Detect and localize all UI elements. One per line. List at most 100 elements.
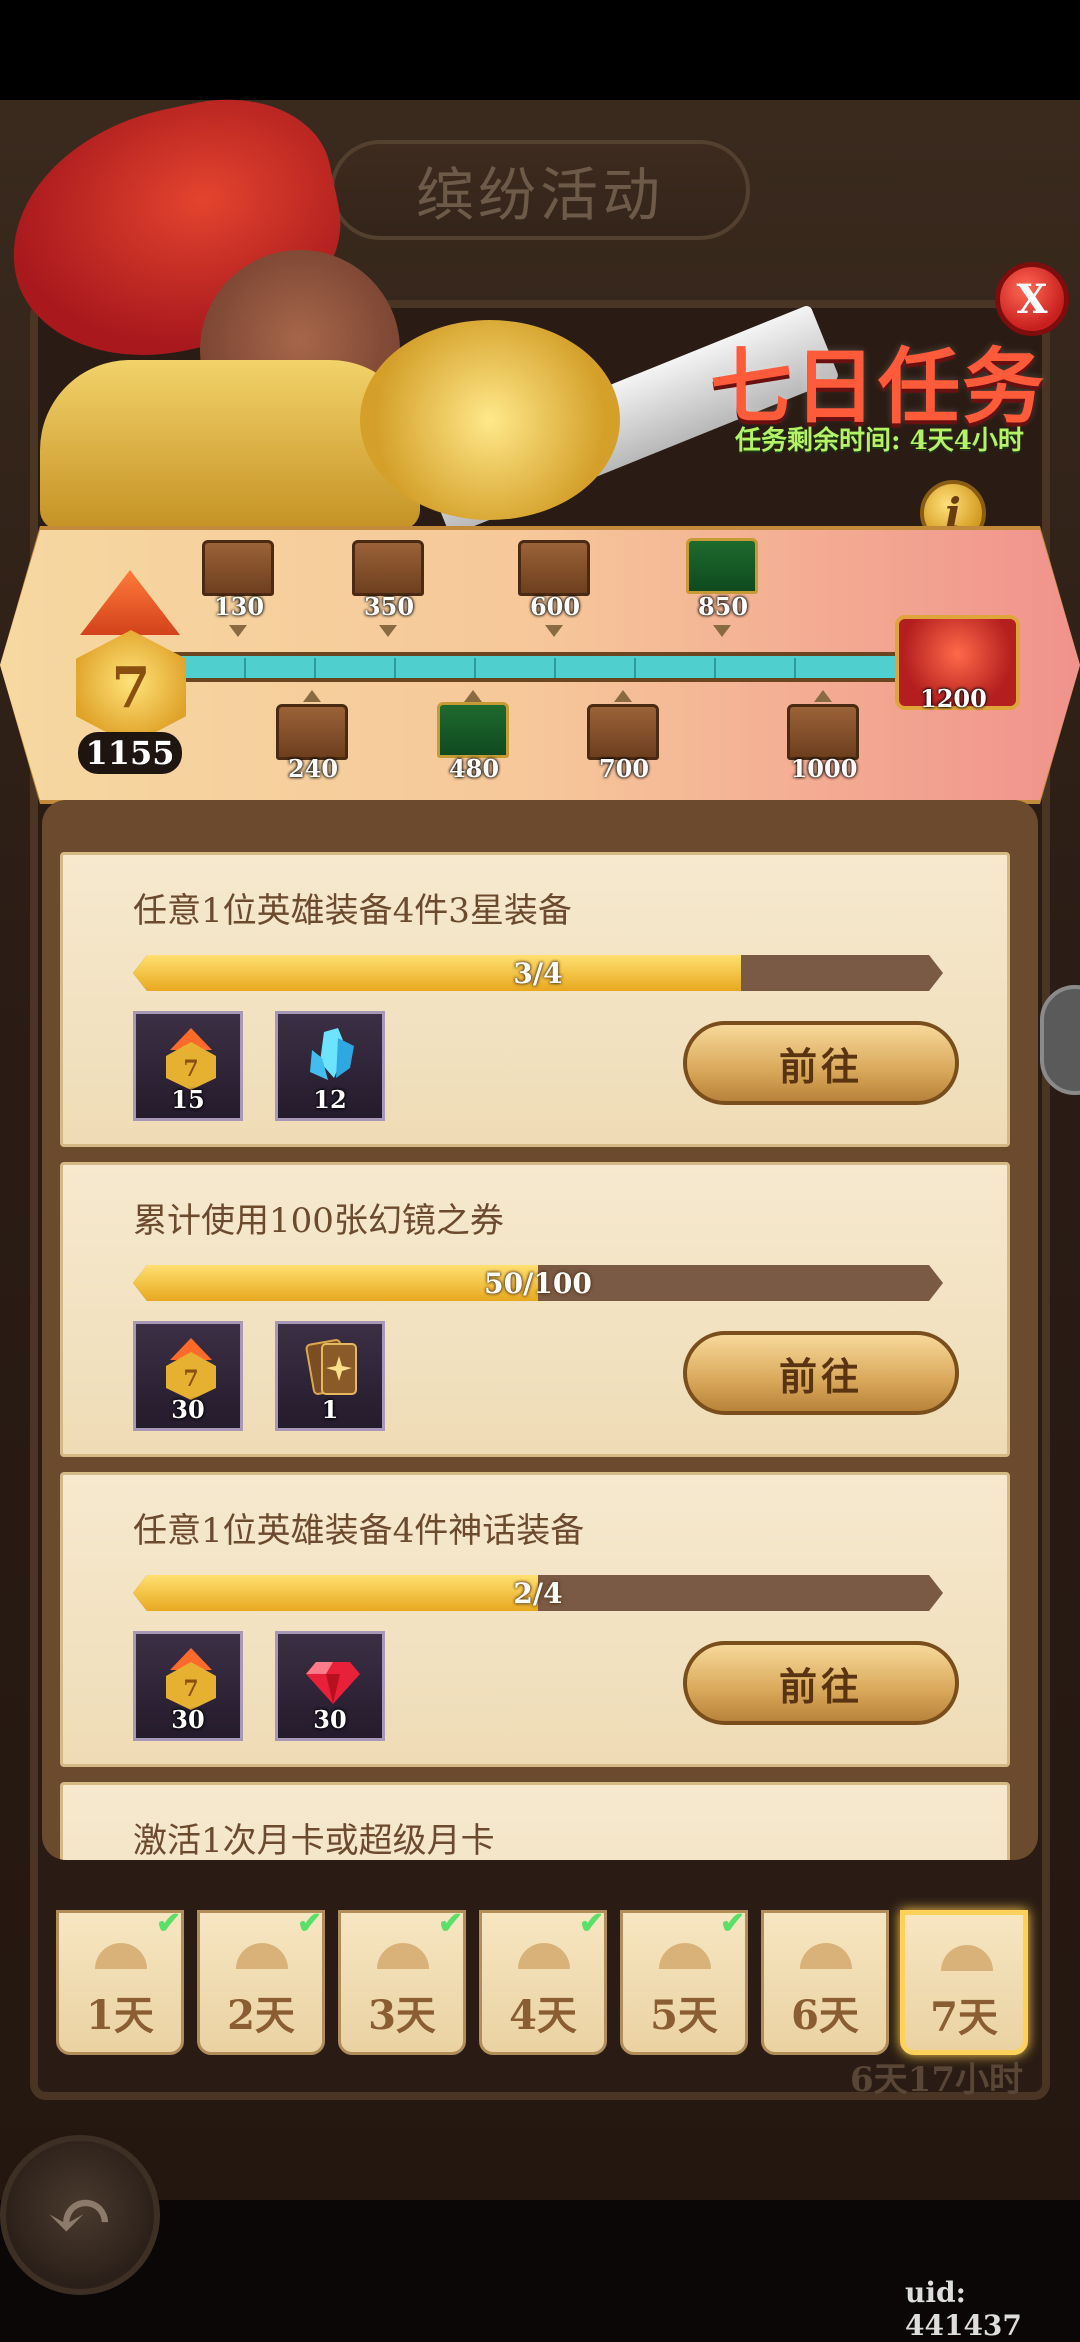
milestone-label: 850 [697, 592, 749, 621]
reward-quantity: 15 [171, 1085, 205, 1114]
milestone-chest-480[interactable] [437, 702, 509, 758]
event-remaining-time: 任务剩余时间: 4天4小时 [735, 426, 1024, 456]
milestone-pointer [379, 625, 397, 637]
score-medal-icon: 7 [166, 1028, 216, 1090]
svg-text:7: 7 [183, 1676, 198, 1702]
track-tick [794, 658, 796, 678]
day-tab-label: 5天 [650, 1992, 718, 2039]
milestone-pointer [614, 690, 632, 702]
task-progress-bar: 3/4 [133, 955, 943, 991]
day-tab-label: 6天 [791, 1992, 859, 2039]
reward-slot[interactable]: 1 [275, 1321, 385, 1431]
score-badge-level: 7 [111, 654, 151, 721]
sun-icon [659, 1943, 711, 1969]
milestone-chest-700[interactable] [587, 704, 659, 760]
user-id: uid: 441437 [905, 2276, 1022, 2342]
task-progress-text: 2/4 [513, 1576, 563, 1610]
progress-track [160, 652, 910, 682]
milestone-chest-130[interactable] [202, 540, 274, 596]
milestone-pointer [464, 690, 482, 702]
milestone-chest-600[interactable] [518, 540, 590, 596]
milestone-chest-240[interactable] [276, 704, 348, 760]
go-button[interactable]: 前往 [683, 1021, 959, 1105]
sun-icon [941, 1945, 993, 1971]
task-title: 任意1位英雄装备4件3星装备 [133, 891, 572, 931]
blue-crystal-icon [310, 1028, 354, 1080]
sun-icon [518, 1943, 570, 1969]
score-medal-icon: 7 [166, 1338, 216, 1400]
track-tick [394, 658, 396, 678]
task-card: 任意1位英雄装备4件神话装备 2/4 7 30 30 前往 [60, 1472, 1010, 1767]
day-tab-6[interactable]: 6天 [761, 1910, 889, 2055]
window-title: 缤纷活动 [330, 140, 750, 240]
check-icon: ✔ [579, 1906, 605, 1941]
reward-quantity: 30 [313, 1705, 347, 1734]
sun-icon [95, 1943, 147, 1969]
ruby-gem-icon [306, 1662, 360, 1704]
milestone-label: 480 [448, 754, 500, 783]
score-medal-icon: 7 [166, 1648, 216, 1710]
track-tick [314, 658, 316, 678]
status-bar-area [0, 0, 1080, 100]
milestone-pointer [303, 690, 321, 702]
milestone-label: 700 [598, 754, 650, 783]
go-button[interactable]: 前往 [683, 1331, 959, 1415]
task-progress-bar: 2/4 [133, 1575, 943, 1611]
milestone-label: 130 [213, 592, 265, 621]
window-title-text: 缤纷活动 [415, 161, 664, 229]
check-icon: ✔ [156, 1906, 182, 1941]
milestone-chest-850[interactable] [686, 538, 758, 594]
reward-quantity: 1 [321, 1395, 339, 1424]
day-tab-label: 7天 [930, 1994, 998, 2041]
track-tick [474, 658, 476, 678]
close-button[interactable]: X [995, 262, 1069, 336]
close-icon: X [1016, 275, 1048, 323]
go-button-label: 前往 [778, 1043, 863, 1089]
day-tab-label: 2天 [227, 1992, 295, 2039]
track-tick [554, 658, 556, 678]
day-tab-7[interactable]: 7天 [900, 1910, 1028, 2055]
task-list[interactable]: 任意1位英雄装备4件3星装备 3/4 7 15 12 前往 累计使用100张幻镜… [42, 800, 1038, 1860]
sun-icon [236, 1943, 288, 1969]
reward-quantity: 30 [171, 1705, 205, 1734]
reward-slot[interactable]: 30 [275, 1631, 385, 1741]
go-button-label: 前往 [778, 1353, 863, 1399]
day-tab-label: 4天 [509, 1992, 577, 2039]
track-tick [244, 658, 246, 678]
check-icon: ✔ [297, 1906, 323, 1941]
milestone-pointer [713, 625, 731, 637]
hero-shield-art [360, 320, 620, 520]
check-icon: ✔ [720, 1906, 746, 1941]
task-title: 激活1次月卡或超级月卡 [133, 1821, 495, 1860]
milestone-label: 240 [287, 754, 339, 783]
mirror-card-icon [305, 1339, 357, 1395]
track-tick [714, 658, 716, 678]
day-tab-label: 3天 [368, 1992, 436, 2039]
day-unlock-timer: 6天17小时 [850, 2060, 1023, 2100]
milestone-pointer [545, 625, 563, 637]
side-drawer-handle[interactable] [1040, 985, 1080, 1095]
sun-icon [800, 1943, 852, 1969]
reward-slot[interactable]: 7 30 [133, 1631, 243, 1741]
sun-icon [377, 1943, 429, 1969]
hero-armor-art [40, 360, 420, 530]
reward-slot[interactable]: 12 [275, 1011, 385, 1121]
final-milestone-label: 1200 [920, 684, 987, 713]
task-progress-text: 50/100 [484, 1266, 592, 1300]
back-button[interactable]: ↶ [0, 2135, 160, 2295]
back-arrow-icon: ↶ [46, 2168, 114, 2262]
svg-text:7: 7 [183, 1366, 198, 1392]
reward-slot[interactable]: 7 30 [133, 1321, 243, 1431]
task-card: 激活1次月卡或超级月卡 [60, 1782, 1010, 1860]
milestone-chest-1000[interactable] [787, 704, 859, 760]
milestone-chest-350[interactable] [352, 540, 424, 596]
go-button-label: 前往 [778, 1663, 863, 1709]
task-card: 累计使用100张幻镜之券 50/100 7 30 1 前往 [60, 1162, 1010, 1457]
svg-text:7: 7 [183, 1056, 198, 1082]
task-progress-text: 3/4 [513, 956, 563, 990]
current-score: 1155 [78, 732, 182, 774]
task-progress-bar: 50/100 [133, 1265, 943, 1301]
go-button[interactable]: 前往 [683, 1641, 959, 1725]
task-title: 任意1位英雄装备4件神话装备 [133, 1511, 585, 1551]
reward-slot[interactable]: 7 15 [133, 1011, 243, 1121]
